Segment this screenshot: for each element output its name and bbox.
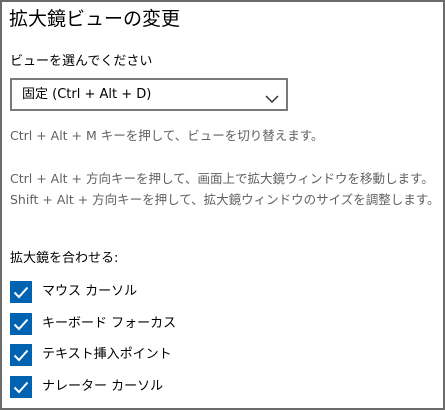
checkbox-box bbox=[10, 376, 32, 398]
checkbox-label: マウス カーソル bbox=[42, 284, 138, 299]
checkmark-icon bbox=[13, 381, 29, 394]
view-select-label: ビューを選んでください bbox=[10, 54, 153, 69]
page-title: 拡大鏡ビューの変更 bbox=[9, 8, 181, 30]
move-window-hint: Ctrl + Alt + 方向キーを押して、画面上で拡大鏡ウィンドウを移動します… bbox=[10, 171, 434, 186]
checkmark-icon bbox=[13, 349, 29, 362]
checkbox-label: キーボード フォーカス bbox=[42, 316, 177, 331]
view-dropdown[interactable]: 固定 (Ctrl + Alt + D) bbox=[10, 78, 288, 111]
checkbox-box bbox=[10, 344, 32, 366]
switch-view-hint: Ctrl + Alt + M キーを押して、ビューを切り替えます。 bbox=[10, 128, 324, 143]
checkbox-box bbox=[10, 313, 32, 335]
checkbox-label: ナレーター カーソル bbox=[42, 379, 164, 394]
magnifier-view-panel: 拡大鏡ビューの変更 ビューを選んでください 固定 (Ctrl + Alt + D… bbox=[0, 0, 445, 410]
view-dropdown-value: 固定 (Ctrl + Alt + D) bbox=[22, 87, 152, 102]
follow-label: 拡大鏡を合わせる: bbox=[10, 251, 119, 266]
checkbox-box bbox=[10, 281, 32, 303]
checkmark-icon bbox=[13, 286, 29, 299]
chevron-down-icon bbox=[265, 89, 279, 104]
checkmark-icon bbox=[13, 318, 29, 331]
resize-window-hint: Shift + Alt + 方向キーを押して、拡大鏡ウィンドウのサイズを調整しま… bbox=[10, 192, 440, 207]
checkbox-label: テキスト挿入ポイント bbox=[42, 347, 172, 362]
